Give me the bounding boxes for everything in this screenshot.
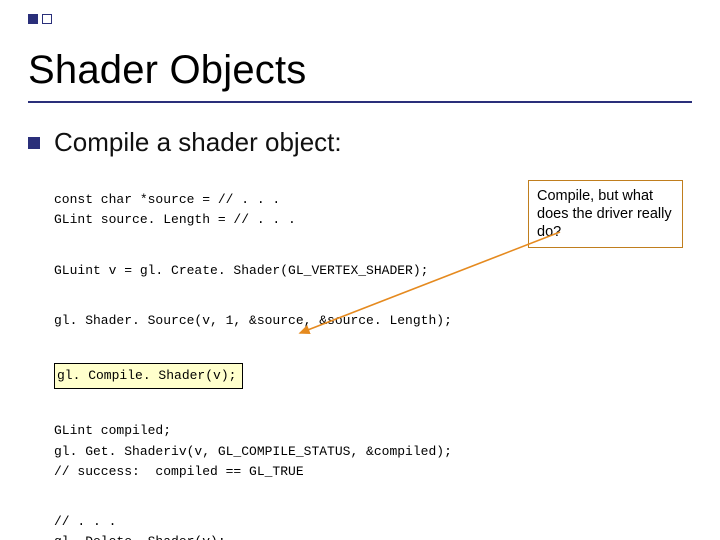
title-rule xyxy=(28,101,692,103)
deco-square-filled xyxy=(28,14,38,24)
code-line: gl. Shader. Source(v, 1, &source, &sourc… xyxy=(54,313,452,328)
corner-decoration xyxy=(28,14,52,24)
bullet-content: Compile a shader object: const char *sou… xyxy=(54,127,452,540)
slide-content: Shader Objects Compile a shader object: … xyxy=(28,48,692,540)
code-line: // . . . xyxy=(54,514,116,529)
callout-note: Compile, but what does the driver really… xyxy=(528,180,683,248)
code-line: GLuint v = gl. Create. Shader(GL_VERTEX_… xyxy=(54,263,428,278)
bullet-heading: Compile a shader object: xyxy=(54,127,452,158)
bullet-square-icon xyxy=(28,137,40,149)
code-line: gl. Delete. Shader(v); xyxy=(54,534,226,540)
code-line: gl. Get. Shaderiv(v, GL_COMPILE_STATUS, … xyxy=(54,444,452,459)
code-line: const char *source = // . . . xyxy=(54,192,280,207)
code-line: GLint compiled; xyxy=(54,423,171,438)
highlighted-code-line: gl. Compile. Shader(v); xyxy=(54,363,243,389)
code-line: GLint source. Length = // . . . xyxy=(54,212,296,227)
deco-square-outline xyxy=(42,14,52,24)
code-line: // success: compiled == GL_TRUE xyxy=(54,464,304,479)
slide-title: Shader Objects xyxy=(28,48,692,93)
code-block: const char *source = // . . . GLint sour… xyxy=(54,170,452,540)
